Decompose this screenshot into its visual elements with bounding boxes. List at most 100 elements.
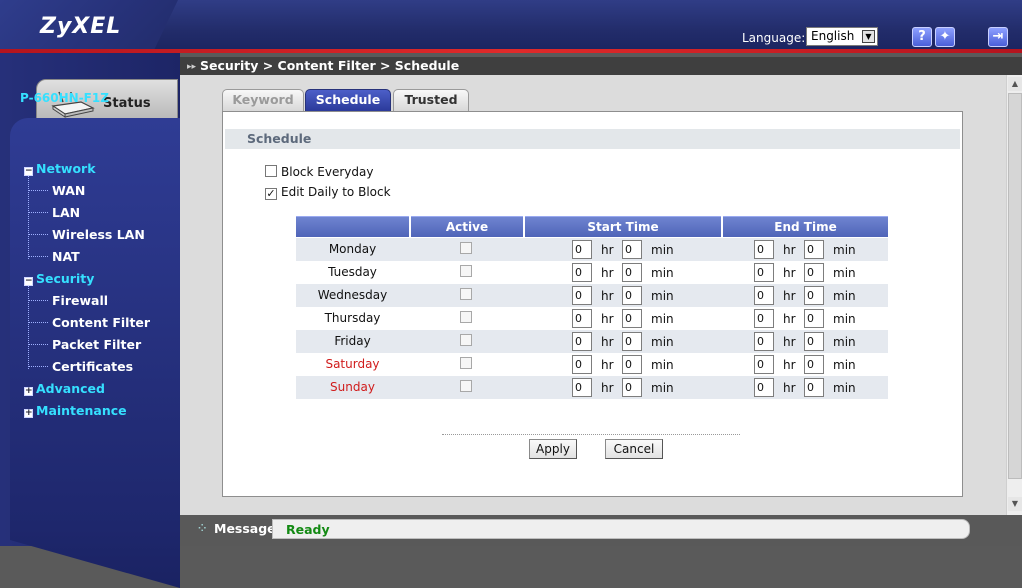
active-checkbox[interactable] (460, 311, 472, 323)
end-hour-input[interactable]: 0 (754, 240, 774, 259)
start-hour-input[interactable]: 0 (572, 355, 592, 374)
nav-item-certificates[interactable]: Certificates (52, 359, 133, 374)
end-hour-input[interactable]: 0 (754, 355, 774, 374)
status-label: Status (103, 96, 151, 111)
nav-group-advanced[interactable]: + Advanced (24, 381, 105, 396)
tab-keyword[interactable]: Keyword (222, 89, 304, 111)
nav-group-maintenance[interactable]: + Maintenance (24, 403, 127, 418)
collapse-icon: − (24, 276, 33, 286)
nav-item-content-filter[interactable]: Content Filter (52, 315, 150, 330)
tree-tick (28, 344, 48, 345)
end-minute-input[interactable]: 0 (804, 240, 824, 259)
hr-unit: hr (601, 381, 614, 395)
end-hour-input[interactable]: 0 (754, 309, 774, 328)
start-hour-input[interactable]: 0 (572, 378, 592, 397)
vertical-scrollbar[interactable]: ▲ ▼ (1006, 75, 1022, 515)
start-hour-input[interactable]: 0 (572, 332, 592, 351)
end-minute-input[interactable]: 0 (804, 309, 824, 328)
nav-item-wireless-lan[interactable]: Wireless LAN (52, 227, 145, 242)
end-minute-input[interactable]: 0 (804, 355, 824, 374)
table-header-active: Active (411, 216, 523, 237)
min-unit: min (833, 289, 856, 303)
hr-unit: hr (783, 266, 796, 280)
logout-icon[interactable]: ⇥ (988, 27, 1008, 47)
wizard-icon[interactable]: ✦ (935, 27, 955, 47)
apply-button[interactable]: Apply (529, 439, 577, 459)
start-minute-input[interactable]: 0 (622, 355, 642, 374)
scroll-down-icon[interactable]: ▼ (1008, 497, 1022, 511)
message-icon: ⁘ (198, 523, 207, 534)
block-everyday-checkbox[interactable] (265, 165, 277, 177)
help-icon[interactable]: ? (912, 27, 932, 47)
day-label: Monday (328, 242, 377, 256)
day-label: Thursday (324, 311, 381, 325)
end-hour-input[interactable]: 0 (754, 378, 774, 397)
end-hour-input[interactable]: 0 (754, 332, 774, 351)
active-checkbox[interactable] (460, 265, 472, 277)
table-header-end-time: End Time (723, 216, 888, 237)
start-minute-input[interactable]: 0 (622, 263, 642, 282)
min-unit: min (833, 381, 856, 395)
scrollbar-thumb[interactable] (1008, 93, 1022, 479)
end-minute-input[interactable]: 0 (804, 286, 824, 305)
table-row: Saturday 0 hr 0 min 0 hr 0 min (296, 353, 888, 376)
tab-trusted[interactable]: Trusted (393, 89, 469, 111)
edit-daily-checkbox[interactable]: ✓ (265, 188, 277, 200)
active-checkbox[interactable] (460, 380, 472, 392)
start-minute-input[interactable]: 0 (622, 240, 642, 259)
nav-item-lan[interactable]: LAN (52, 205, 80, 220)
min-unit: min (833, 243, 856, 257)
expand-icon: + (24, 386, 33, 396)
active-checkbox[interactable] (460, 357, 472, 369)
nav-item-wan[interactable]: WAN (52, 183, 85, 198)
start-minute-input[interactable]: 0 (622, 378, 642, 397)
nav-item-firewall[interactable]: Firewall (52, 293, 108, 308)
nav-item-nat[interactable]: NAT (52, 249, 80, 264)
end-minute-input[interactable]: 0 (804, 378, 824, 397)
active-checkbox[interactable] (460, 334, 472, 346)
breadcrumb-arrow-icon: ▸▸ (187, 62, 197, 72)
start-minute-input[interactable]: 0 (622, 332, 642, 351)
active-checkbox[interactable] (460, 242, 472, 254)
min-unit: min (651, 266, 674, 280)
tree-tick (28, 234, 48, 235)
start-hour-input[interactable]: 0 (572, 240, 592, 259)
breadcrumb-text: Security > Content Filter > Schedule (200, 58, 460, 73)
edit-daily-option[interactable]: ✓ Edit Daily to Block (265, 185, 391, 200)
end-hour-input[interactable]: 0 (754, 286, 774, 305)
table-row: Wednesday 0 hr 0 min 0 hr 0 min (296, 284, 888, 307)
start-hour-input[interactable]: 0 (572, 309, 592, 328)
hr-unit: hr (601, 266, 614, 280)
nav-item-packet-filter[interactable]: Packet Filter (52, 337, 141, 352)
nav-group-security[interactable]: − Security (24, 271, 94, 286)
cancel-button[interactable]: Cancel (605, 439, 663, 459)
end-minute-input[interactable]: 0 (804, 332, 824, 351)
top-header: ZyXEL Language: English ▼ ? ✦ ⇥ (0, 0, 1022, 53)
hr-unit: hr (783, 358, 796, 372)
end-minute-input[interactable]: 0 (804, 263, 824, 282)
zyxel-logo: ZyXEL (40, 14, 122, 39)
start-hour-input[interactable]: 0 (572, 263, 592, 282)
section-title: Schedule (225, 129, 960, 149)
language-select[interactable]: English ▼ (806, 27, 878, 46)
hr-unit: hr (783, 312, 796, 326)
day-label: Friday (334, 334, 371, 348)
hr-unit: hr (783, 335, 796, 349)
language-label: Language: (742, 31, 806, 45)
end-hour-input[interactable]: 0 (754, 263, 774, 282)
tree-tick (28, 322, 48, 323)
active-checkbox[interactable] (460, 288, 472, 300)
tab-schedule[interactable]: Schedule (305, 89, 391, 111)
nav-group-network[interactable]: − Network (24, 161, 96, 176)
start-minute-input[interactable]: 0 (622, 286, 642, 305)
block-everyday-label: Block Everyday (281, 165, 374, 179)
day-label: Sunday (330, 380, 375, 394)
tree-tick (28, 366, 48, 367)
start-hour-input[interactable]: 0 (572, 286, 592, 305)
scroll-up-icon[interactable]: ▲ (1008, 77, 1022, 91)
hr-unit: hr (783, 243, 796, 257)
collapse-icon: − (24, 166, 33, 176)
start-minute-input[interactable]: 0 (622, 309, 642, 328)
message-value: Ready (272, 519, 970, 539)
block-everyday-option[interactable]: Block Everyday (265, 165, 373, 179)
